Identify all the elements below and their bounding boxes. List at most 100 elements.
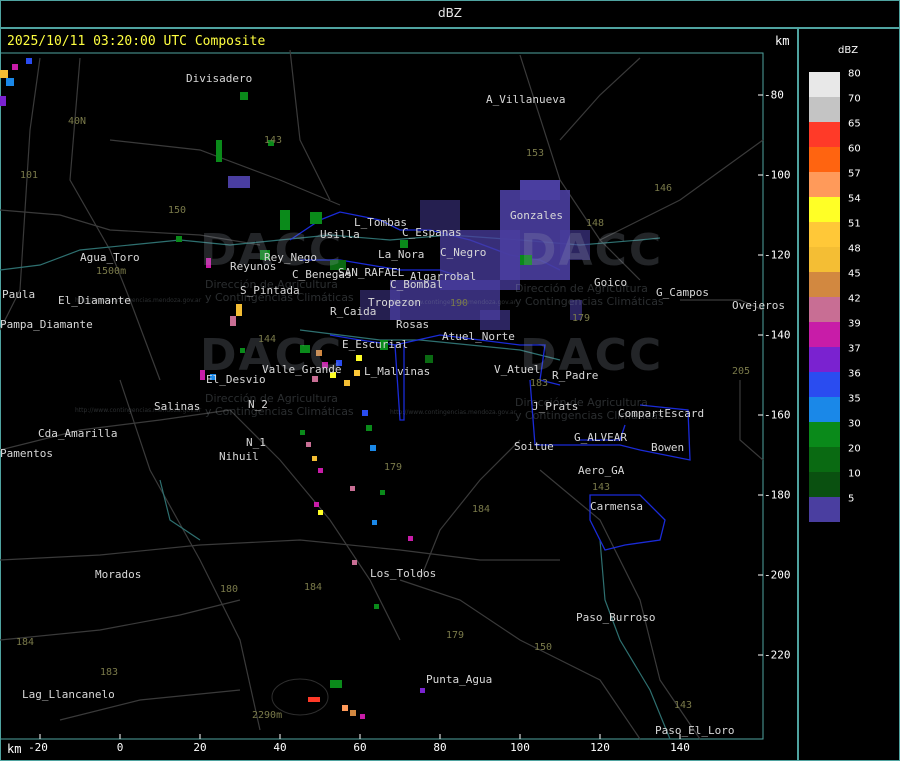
watermark-subtitle: Dirección de Agricultura y Contingencias … xyxy=(205,392,354,418)
place-label: Usilla xyxy=(320,228,360,241)
y-tick-label: -200 xyxy=(764,568,791,582)
route-label: 205 xyxy=(732,366,751,377)
route-label: 150 xyxy=(168,205,187,216)
route-label: 184 xyxy=(16,637,35,648)
y-axis-unit: km xyxy=(775,34,790,48)
place-label: Cda_Amarilla xyxy=(38,427,118,440)
legend-label: 37 xyxy=(848,343,861,355)
legend-swatch xyxy=(809,247,840,272)
legend-label: 51 xyxy=(848,218,861,230)
legend-label: 57 xyxy=(848,168,861,180)
legend-label: 80 xyxy=(848,68,861,80)
place-label: C_Bombal xyxy=(390,278,443,291)
place-label: G_ALVEAR xyxy=(574,431,627,444)
x-tick-label: 140 xyxy=(670,741,690,754)
legend-swatch xyxy=(809,347,840,372)
place-label: Paso_Burroso xyxy=(576,611,656,624)
legend-swatch xyxy=(809,422,840,447)
legend-swatch xyxy=(809,297,840,322)
legend-label: 45 xyxy=(848,268,861,280)
route-label: 1500m xyxy=(96,266,127,277)
legend-label: 20 xyxy=(848,443,861,455)
x-axis-unit: km xyxy=(7,742,22,756)
legend-label: 48 xyxy=(848,243,861,255)
place-label: L_Tombas xyxy=(354,216,407,229)
legend-label: 42 xyxy=(848,293,861,305)
route-label: 179 xyxy=(384,462,403,473)
y-tick-label: -220 xyxy=(764,648,791,662)
place-label: Pamentos xyxy=(0,447,53,460)
place-label: N_1 xyxy=(246,436,266,449)
route-label: 184 xyxy=(304,582,323,593)
x-tick-label: 20 xyxy=(193,741,207,754)
place-label: Divisadero xyxy=(186,72,253,85)
route-label: 184 xyxy=(472,504,491,515)
x-tick-label: 120 xyxy=(590,741,610,754)
place-label: R_Caida xyxy=(330,305,377,318)
legend-swatch xyxy=(809,472,840,497)
legend-label: 70 xyxy=(848,93,861,105)
place-label: Valle_Grande xyxy=(262,363,342,376)
place-label: Nihuil xyxy=(219,450,259,463)
route-label: 153 xyxy=(526,148,545,159)
route-label: 150 xyxy=(534,642,553,653)
x-tick-label: 100 xyxy=(510,741,530,754)
legend-swatch xyxy=(809,497,840,522)
place-label: A_Villanueva xyxy=(486,93,566,106)
legend-swatch xyxy=(809,97,840,122)
legend-label: 35 xyxy=(848,393,861,405)
watermark-logo: DACC xyxy=(520,225,664,276)
place-label: C_Espanas xyxy=(402,226,462,239)
route-label: 146 xyxy=(654,183,673,194)
legend-swatch xyxy=(809,72,840,97)
place-label: Rosas xyxy=(396,318,430,331)
x-tick-marks xyxy=(39,734,681,739)
place-label: L_Malvinas xyxy=(364,365,431,378)
radar-map[interactable] xyxy=(0,0,798,761)
place-label: Pampa_Diamante xyxy=(0,318,93,331)
place-label: Paso_El_Loro xyxy=(655,724,735,737)
route-label: 40N xyxy=(68,116,87,127)
y-tick-label: -100 xyxy=(764,168,791,182)
legend-label: 5 xyxy=(848,493,855,505)
legend-swatch xyxy=(809,322,840,347)
watermark-subtitle: Dirección de Agricultura y Contingencias … xyxy=(515,282,664,308)
y-tick-label: -120 xyxy=(764,248,791,262)
legend-title: dBZ xyxy=(838,45,859,56)
place-label: N_2 xyxy=(248,398,268,411)
place-label: Gonzales xyxy=(510,209,563,222)
place-label: Goico xyxy=(594,276,628,289)
place-label: Lag_Llancanelo xyxy=(22,688,115,701)
place-label: El_Desvio xyxy=(206,373,266,386)
legend-label: 30 xyxy=(848,418,861,430)
place-label: E_Escurial xyxy=(342,338,409,351)
y-tick-marks xyxy=(758,94,763,656)
route-label: 148 xyxy=(586,218,605,229)
x-tick-label: -20 xyxy=(28,741,48,754)
route-label: 183 xyxy=(530,378,549,389)
place-label: Salinas xyxy=(154,400,201,413)
legend-label: 54 xyxy=(848,193,861,205)
route-label: 143 xyxy=(674,700,693,711)
place-label: Reyunos xyxy=(230,260,277,273)
legend-label: 65 xyxy=(848,118,861,130)
timestamp-label: 2025/10/11 03:20:00 UTC Composite xyxy=(7,34,266,49)
place-label: Ovejeros xyxy=(732,299,785,312)
place-label: Atuel_Norte xyxy=(442,330,515,343)
x-tick-label: 0 xyxy=(116,741,124,754)
place-label: V_Atuel xyxy=(494,363,541,376)
route-label: 2290m xyxy=(252,710,283,721)
route-label: 144 xyxy=(258,334,277,345)
place-label: J_Prats xyxy=(532,400,579,413)
route-label: 143 xyxy=(592,482,611,493)
legend-label: 36 xyxy=(848,368,861,380)
legend-label: 10 xyxy=(848,468,861,480)
route-label: 143 xyxy=(264,135,283,146)
legend-swatch xyxy=(809,197,840,222)
place-label: El_Diamante xyxy=(58,294,131,307)
watermark-url: http://www.contingencias.mendoza.gov.ar xyxy=(390,409,517,416)
department-boundaries xyxy=(0,49,764,740)
place-label: Soitue xyxy=(514,440,554,453)
place-label: Agua_Toro xyxy=(80,251,140,264)
route-label: 183 xyxy=(100,667,119,678)
